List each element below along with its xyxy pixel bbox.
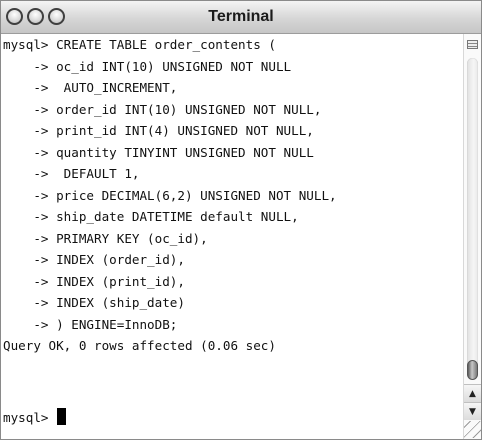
scroll-track[interactable] [467,58,478,378]
scroll-thumb[interactable] [467,360,478,380]
title-bar[interactable]: Terminal [1,1,481,34]
arrow-up-icon[interactable]: ▲ [464,384,481,402]
terminal-line: -> AUTO_INCREMENT, [3,80,178,95]
terminal-line: -> ) ENGINE=InnoDB; [3,316,178,332]
terminal-line: -> INDEX (ship_date) [3,295,185,310]
terminal-line: mysql> CREATE TABLE order_contents ( [3,37,276,52]
terminal-line: -> PRIMARY KEY (oc_id), [3,230,208,246]
prompt: mysql> [3,410,49,425]
minimize-button-icon[interactable] [27,8,44,25]
window-title: Terminal [208,8,274,25]
terminal-window: Terminal mysql> CREATE TABLE order_conte… [0,0,482,440]
vertical-scrollbar[interactable]: ▲ ▼ [463,34,481,439]
arrow-down-icon[interactable]: ▼ [464,402,481,420]
close-button-icon[interactable] [6,8,23,25]
terminal-line: -> INDEX (order_id), [3,252,185,267]
zoom-button-icon[interactable] [48,8,65,25]
terminal-line: Query OK, 0 rows affected (0.06 sec) [3,338,276,353]
terminal-line: -> order_id INT(10) UNSIGNED NOT NULL, [3,101,322,117]
text-cursor [56,408,66,425]
resize-grip-icon[interactable] [464,421,481,438]
terminal-line: -> DEFAULT 1, [3,166,140,181]
terminal-line: -> oc_id INT(10) UNSIGNED NOT NULL [3,58,292,74]
terminal-line: -> INDEX (print_id), [3,273,185,289]
split-pane-icon[interactable] [467,40,478,49]
terminal-line: -> price DECIMAL(6,2) UNSIGNED NOT NULL, [3,187,337,203]
terminal-line: -> ship_date DATETIME default NULL, [3,209,299,224]
terminal-prompt-line[interactable]: mysql> [3,407,66,429]
terminal-line: -> quantity TINYINT UNSIGNED NOT NULL [3,144,314,160]
terminal-output[interactable]: mysql> CREATE TABLE order_contents ( -> … [1,34,463,439]
terminal-line: -> print_id INT(4) UNSIGNED NOT NULL, [3,123,314,138]
